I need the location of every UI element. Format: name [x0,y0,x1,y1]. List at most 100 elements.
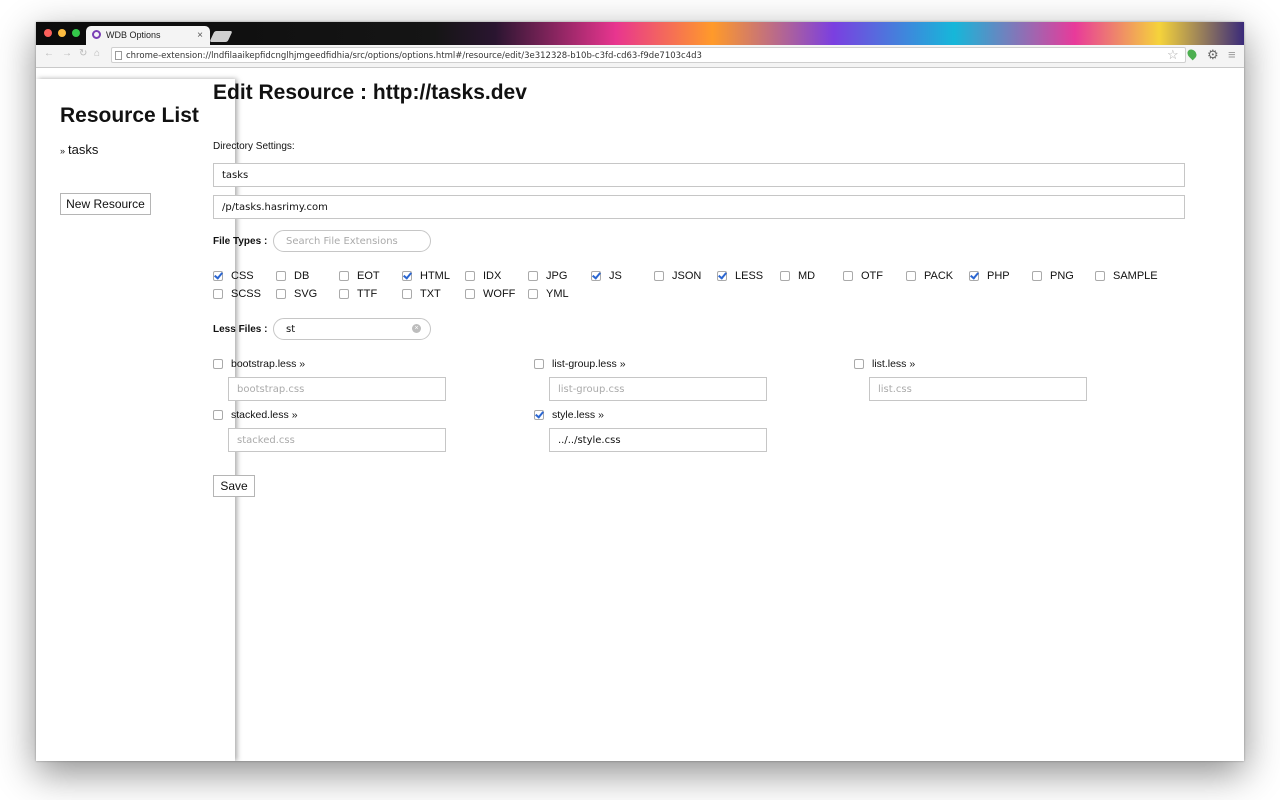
less-file-label: stacked.less » [231,409,298,421]
file-type-checkbox[interactable] [906,271,916,281]
file-type-php[interactable]: PHP [969,270,1010,282]
file-type-sample[interactable]: SAMPLE [1095,270,1158,282]
file-type-label: MD [798,270,816,282]
file-type-checkbox[interactable] [654,271,664,281]
file-type-pack[interactable]: PACK [906,270,953,282]
directory-path-field[interactable] [213,195,1185,219]
file-type-md[interactable]: MD [780,270,815,282]
file-type-checkbox[interactable] [465,289,475,299]
file-type-label: TTF [357,288,378,300]
file-type-checkbox[interactable] [528,289,538,299]
less-output-field[interactable] [549,428,767,452]
less-file-checkbox[interactable] [534,410,544,420]
file-type-png[interactable]: PNG [1032,270,1074,282]
file-type-yml[interactable]: YML [528,288,569,300]
less-file-toggle[interactable]: list-group.less » [534,358,626,370]
file-type-label: EOT [357,270,380,282]
file-type-label: CSS [231,270,254,282]
less-file-checkbox[interactable] [213,359,223,369]
file-types-search-input[interactable] [273,230,431,252]
file-type-checkbox[interactable] [402,289,412,299]
file-type-label: JSON [672,270,702,282]
file-type-label: IDX [483,270,502,282]
less-file-item: stacked.less » [213,409,446,452]
less-output-field[interactable] [869,377,1087,401]
file-type-otf[interactable]: OTF [843,270,883,282]
directory-name-field[interactable] [213,163,1185,187]
file-type-label: DB [294,270,310,282]
file-type-jpg[interactable]: JPG [528,270,567,282]
file-type-txt[interactable]: TXT [402,288,441,300]
file-types-label: File Types : [213,236,268,247]
page-title: Edit Resource : http://tasks.dev [213,81,527,104]
file-type-js[interactable]: JS [591,270,622,282]
less-file-checkbox[interactable] [854,359,864,369]
less-file-toggle[interactable]: style.less » [534,409,604,421]
file-type-label: PACK [924,270,954,282]
file-type-label: SCSS [231,288,261,300]
file-type-checkbox[interactable] [402,271,412,281]
file-type-label: SAMPLE [1113,270,1158,282]
less-file-label: style.less » [552,409,604,421]
less-output-field[interactable] [228,428,446,452]
browser-window: WDB Options × ← → ↻ ⌂ chrome-extension:/… [36,22,1244,761]
file-type-checkbox[interactable] [717,271,727,281]
file-type-label: TXT [420,288,441,300]
file-type-json[interactable]: JSON [654,270,701,282]
less-file-toggle[interactable]: stacked.less » [213,409,298,421]
main-content: Edit Resource : http://tasks.dev Directo… [36,22,1244,761]
file-type-less[interactable]: LESS [717,270,763,282]
file-type-checkbox[interactable] [213,271,223,281]
less-file-label: list.less » [872,358,916,370]
file-type-label: OTF [861,270,883,282]
file-type-checkbox[interactable] [1095,271,1105,281]
file-type-label: JPG [546,270,568,282]
file-type-label: JS [609,270,622,282]
file-type-label: PNG [1050,270,1074,282]
file-type-css[interactable]: CSS [213,270,254,282]
file-type-checkbox[interactable] [213,289,223,299]
file-type-checkbox[interactable] [591,271,601,281]
less-file-item: style.less » [534,409,767,452]
less-file-toggle[interactable]: list.less » [854,358,915,370]
file-type-scss[interactable]: SCSS [213,288,261,300]
less-file-checkbox[interactable] [213,410,223,420]
file-type-eot[interactable]: EOT [339,270,380,282]
file-type-woff[interactable]: WOFF [465,288,515,300]
file-type-checkbox[interactable] [276,289,286,299]
file-type-checkbox[interactable] [339,289,349,299]
file-type-checkbox[interactable] [276,271,286,281]
file-type-db[interactable]: DB [276,270,309,282]
file-type-checkbox[interactable] [969,271,979,281]
less-file-checkbox[interactable] [534,359,544,369]
file-type-checkbox[interactable] [465,271,475,281]
less-file-item: list-group.less » [534,358,767,401]
directory-settings-label: Directory Settings: [213,141,295,152]
less-file-label: bootstrap.less » [231,358,306,370]
file-type-checkbox[interactable] [843,271,853,281]
less-files-search-input[interactable] [273,318,431,340]
file-type-label: WOFF [483,288,516,300]
file-type-html[interactable]: HTML [402,270,450,282]
file-type-checkbox[interactable] [1032,271,1042,281]
less-output-field[interactable] [228,377,446,401]
file-type-label: PHP [987,270,1010,282]
less-files-label: Less Files : [213,324,268,335]
file-type-label: YML [546,288,569,300]
save-button[interactable]: Save [213,475,255,497]
less-file-toggle[interactable]: bootstrap.less » [213,358,305,370]
clear-search-icon[interactable]: × [412,324,421,333]
file-type-label: SVG [294,288,318,300]
file-type-checkbox[interactable] [780,271,790,281]
file-type-svg[interactable]: SVG [276,288,317,300]
file-type-checkbox[interactable] [528,271,538,281]
file-type-ttf[interactable]: TTF [339,288,377,300]
file-type-idx[interactable]: IDX [465,270,501,282]
less-file-label: list-group.less » [552,358,626,370]
file-type-label: LESS [735,270,764,282]
less-file-item: list.less » [854,358,1087,401]
file-type-label: HTML [420,270,450,282]
less-file-item: bootstrap.less » [213,358,446,401]
less-output-field[interactable] [549,377,767,401]
file-type-checkbox[interactable] [339,271,349,281]
